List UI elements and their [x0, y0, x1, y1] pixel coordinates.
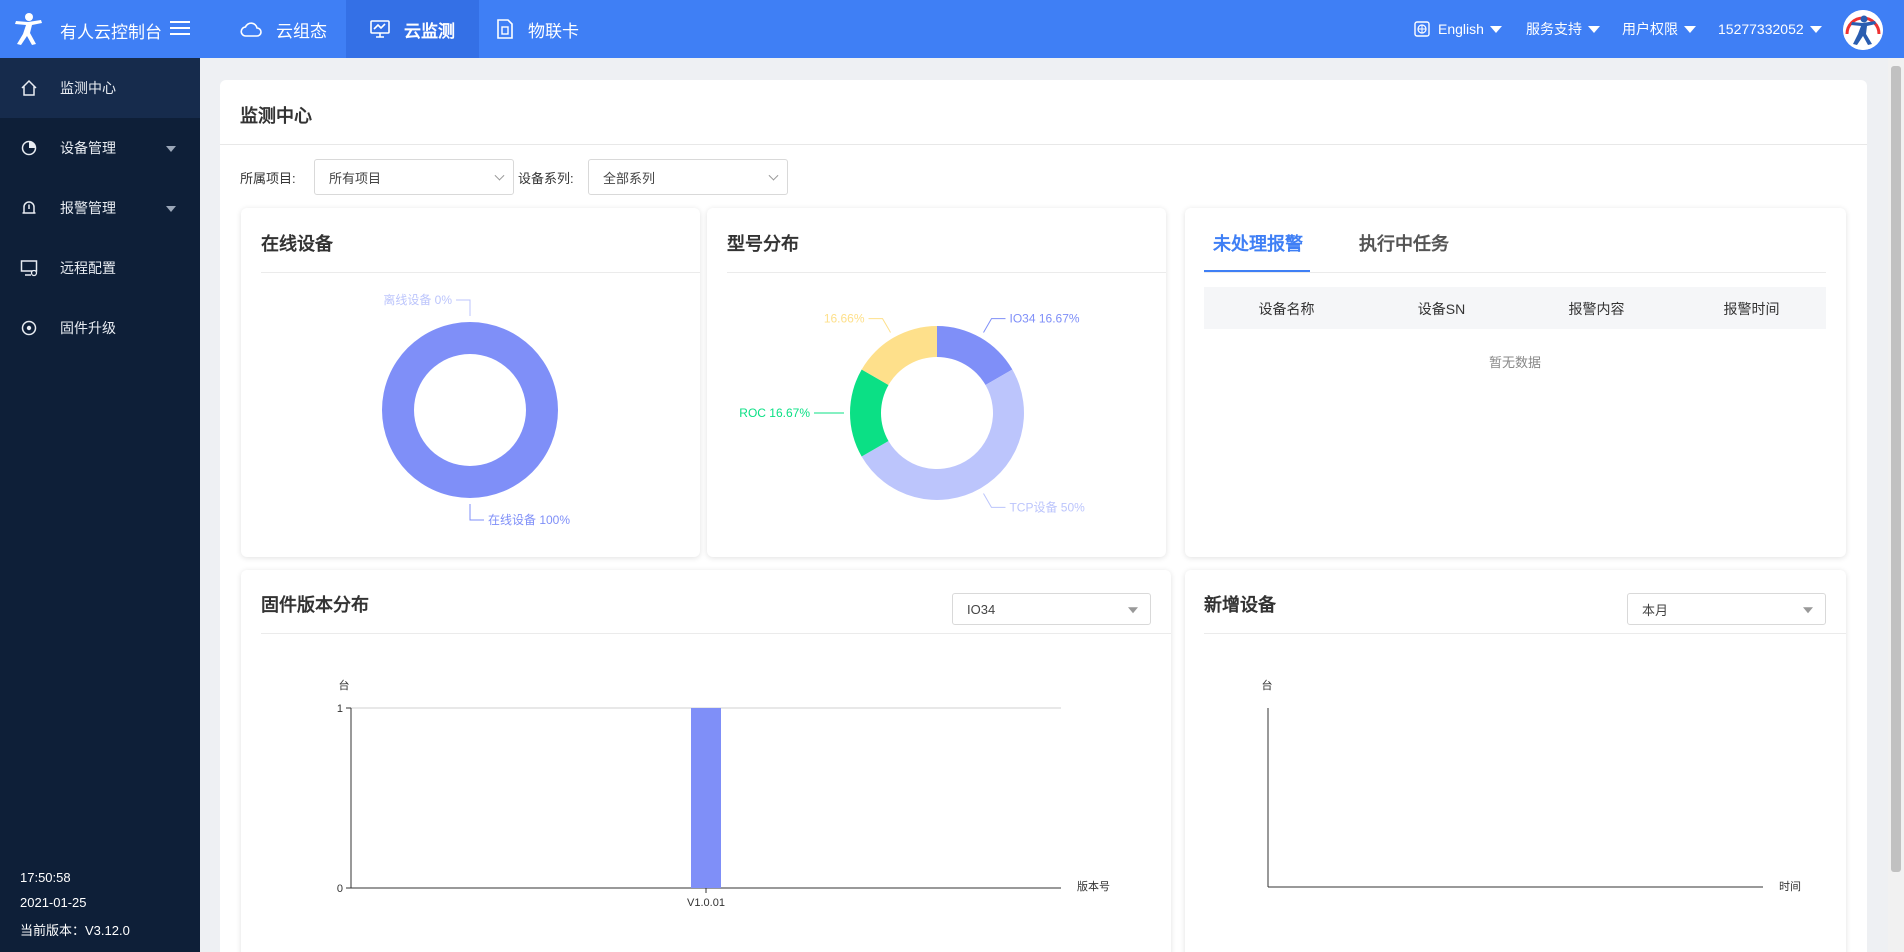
language-selector[interactable]: English: [1414, 0, 1502, 58]
model-distribution-donut-chart: IO34 16.67% TCP设备 50% ROC 16.67% 16.66%: [739, 312, 1085, 515]
sim-card-icon: [497, 19, 513, 39]
column-header[interactable]: 报警内容: [1519, 299, 1674, 319]
label-leader-line: [983, 318, 1006, 333]
nav-tab-iot-card[interactable]: 物联卡: [472, 0, 603, 58]
label-leader-line: [868, 318, 891, 333]
avatar[interactable]: [1843, 10, 1883, 50]
model-distribution-title: 型号分布: [727, 234, 799, 254]
y-axis-label: 台: [339, 678, 350, 692]
caret-down-icon: [1809, 25, 1822, 33]
column-header[interactable]: 设备名称: [1209, 299, 1364, 319]
monitor-icon: [370, 20, 390, 38]
alarm-card: [1185, 208, 1846, 557]
version-label: 当前版本：V3.12.0: [20, 923, 130, 938]
slice-label: TCP设备 50%: [1009, 500, 1085, 514]
current-date: 2021-01-25: [20, 895, 87, 910]
expand-caret-icon[interactable]: [166, 146, 176, 152]
hamburger-menu-icon[interactable]: [170, 20, 190, 36]
nav-tab-cloud-monitor[interactable]: 云监测: [346, 0, 479, 58]
tab-running-tasks[interactable]: 执行中任务: [1359, 230, 1449, 256]
y-axis-label: 台: [1262, 678, 1273, 692]
online-devices-donut-chart: 在线设备 100% 离线设备 0%: [382, 292, 570, 527]
slice-label: ROC 16.67%: [739, 406, 810, 420]
nav-tab-cloud-config[interactable]: 云组态: [216, 0, 351, 58]
caret-down-icon: [1803, 607, 1813, 614]
sidebar-item-firmware-upgrade[interactable]: 固件升级: [0, 298, 200, 358]
account-menu[interactable]: 15277332052: [1718, 0, 1822, 58]
online-devices-title: 在线设备: [261, 234, 333, 254]
time-range-select[interactable]: 本月: [1627, 593, 1826, 625]
alarm-bell-icon: [22, 201, 36, 214]
chevron-down-icon: [494, 170, 505, 181]
sidebar-item-device-management[interactable]: 设备管理: [0, 118, 200, 178]
x-axis-label: 版本号: [1077, 879, 1110, 893]
label-leader-line: [456, 299, 471, 316]
label-leader-line: [983, 493, 1006, 508]
project-filter-label: 所属项目:: [240, 171, 296, 186]
slice-label: 在线设备 100%: [488, 513, 570, 527]
sidebar-item-monitor-center[interactable]: 监测中心: [0, 58, 200, 118]
avatar-logo-icon: [1843, 10, 1883, 50]
caret-down-icon: [1684, 25, 1696, 33]
user-permissions-menu[interactable]: 用户权限: [1622, 0, 1696, 58]
project-select[interactable]: 所有项目: [314, 159, 514, 195]
home-icon: [21, 79, 37, 96]
firmware-bar-chart: 0 1 台版本号 V1.0.01: [337, 678, 1110, 909]
caret-down-icon: [1489, 25, 1502, 33]
label-leader-line: [469, 504, 484, 521]
app-title: 有人云控制台: [60, 23, 162, 42]
column-header[interactable]: 设备SN: [1364, 299, 1519, 319]
slice-label: 16.66%: [824, 312, 865, 326]
bar[interactable]: [691, 708, 721, 888]
title-divider: [220, 144, 1867, 145]
new-devices-line-chart: 台时间: [1262, 678, 1802, 893]
y-tick-label: 0: [337, 883, 343, 895]
slice-label: IO34 16.67%: [1010, 312, 1080, 326]
y-tick-label: 1: [337, 703, 343, 715]
remote-config-icon: [20, 260, 38, 277]
sidebar: 监测中心 设备管理 报警管理 远程配置 固件升级 17:50:58 2021-0…: [0, 58, 200, 952]
firmware-icon: [21, 320, 37, 336]
x-axis-label: 时间: [1779, 880, 1801, 893]
device-icon: [21, 140, 37, 156]
expand-caret-icon[interactable]: [166, 206, 176, 212]
firmware-model-select[interactable]: IO34: [952, 593, 1151, 625]
series-filter-label: 设备系列:: [518, 171, 574, 186]
cloud-icon: [240, 22, 262, 37]
sidebar-item-remote-config[interactable]: 远程配置: [0, 238, 200, 298]
caret-down-icon: [1128, 607, 1138, 614]
clock-time: 17:50:58: [20, 870, 71, 885]
logo-icon: [15, 13, 42, 45]
series-select[interactable]: 全部系列: [588, 159, 788, 195]
new-devices-title: 新增设备: [1204, 595, 1276, 615]
tab-unhandled-alarms[interactable]: 未处理报警: [1213, 230, 1303, 256]
scrollbar-thumb[interactable]: [1891, 66, 1901, 872]
card-divider: [1204, 272, 1826, 273]
donut-slice[interactable]: [850, 369, 889, 457]
slice-label: 离线设备 0%: [383, 292, 452, 307]
firmware-distribution-title: 固件版本分布: [261, 595, 369, 615]
globe-icon: [1414, 21, 1430, 37]
column-header[interactable]: 报警时间: [1674, 299, 1829, 319]
service-support-menu[interactable]: 服务支持: [1526, 0, 1600, 58]
sidebar-item-alarm-management[interactable]: 报警管理: [0, 178, 200, 238]
empty-state-text: 暂无数据: [1488, 355, 1541, 370]
x-tick-label: V1.0.01: [687, 897, 725, 909]
donut-slice[interactable]: [382, 322, 558, 498]
alarm-table-header: 设备名称 设备SN 报警内容 报警时间: [1204, 287, 1826, 329]
page-title: 监测中心: [240, 106, 312, 126]
top-bar: 有人云控制台 云组态 云监测 物联卡 English 服务支持 用户权限 152…: [0, 0, 1904, 58]
chevron-down-icon: [768, 170, 779, 181]
caret-down-icon: [1588, 25, 1600, 33]
